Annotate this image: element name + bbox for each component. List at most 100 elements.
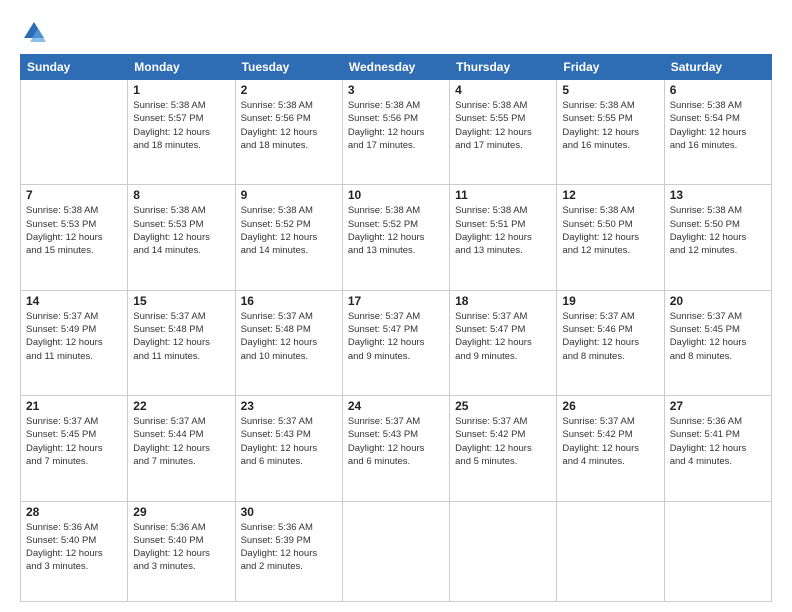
day-info: Sunrise: 5:36 AM Sunset: 5:39 PM Dayligh… xyxy=(241,521,337,574)
day-number: 16 xyxy=(241,294,337,308)
calendar-cell: 17 Sunrise: 5:37 AM Sunset: 5:47 PM Dayli… xyxy=(342,290,449,395)
calendar-cell: 15Sunrise: 5:37 AM Sunset: 5:48 PM Dayli… xyxy=(128,290,235,395)
day-info: Sunrise: 5:37 AM Sunset: 5:43 PM Dayligh… xyxy=(241,415,337,468)
day-number: 14 xyxy=(26,294,122,308)
day-info: Sunrise: 5:38 AM Sunset: 5:56 PM Dayligh… xyxy=(241,99,337,152)
day-number: 12 xyxy=(562,188,658,202)
day-info: Sunrise: 5:37 AM Sunset: 5:42 PM Dayligh… xyxy=(455,415,551,468)
calendar-cell xyxy=(21,80,128,185)
calendar-week-row: 7 Sunrise: 5:38 AM Sunset: 5:53 PM Daylig… xyxy=(21,185,772,290)
day-number: 6 xyxy=(670,83,766,97)
day-info: Sunrise: 5:36 AM Sunset: 5:40 PM Dayligh… xyxy=(26,521,122,574)
weekday-header-monday: Monday xyxy=(128,55,235,80)
day-number: 28 xyxy=(26,505,122,519)
day-number: 17 xyxy=(348,294,444,308)
calendar-cell: 30 Sunrise: 5:36 AM Sunset: 5:39 PM Dayli… xyxy=(235,501,342,601)
day-number: 4 xyxy=(455,83,551,97)
calendar-cell: 2 Sunrise: 5:38 AM Sunset: 5:56 PM Daylig… xyxy=(235,80,342,185)
calendar-cell: 21Sunrise: 5:37 AM Sunset: 5:45 PM Dayli… xyxy=(21,396,128,501)
day-info: Sunrise: 5:38 AM Sunset: 5:54 PM Dayligh… xyxy=(670,99,766,152)
calendar-cell xyxy=(664,501,771,601)
calendar-week-row: 21Sunrise: 5:37 AM Sunset: 5:45 PM Dayli… xyxy=(21,396,772,501)
calendar-cell: 5 Sunrise: 5:38 AM Sunset: 5:55 PM Daylig… xyxy=(557,80,664,185)
calendar-cell: 22 Sunrise: 5:37 AM Sunset: 5:44 PM Dayli… xyxy=(128,396,235,501)
day-number: 29 xyxy=(133,505,229,519)
calendar-cell: 8 Sunrise: 5:38 AM Sunset: 5:53 PM Daylig… xyxy=(128,185,235,290)
calendar-cell xyxy=(450,501,557,601)
day-number: 11 xyxy=(455,188,551,202)
day-number: 30 xyxy=(241,505,337,519)
calendar-cell: 1 Sunrise: 5:38 AM Sunset: 5:57 PM Daylig… xyxy=(128,80,235,185)
day-number: 21 xyxy=(26,399,122,413)
calendar-cell: 27 Sunrise: 5:36 AM Sunset: 5:41 PM Dayli… xyxy=(664,396,771,501)
day-number: 9 xyxy=(241,188,337,202)
day-info: Sunrise: 5:38 AM Sunset: 5:52 PM Dayligh… xyxy=(348,204,444,257)
calendar-cell: 10 Sunrise: 5:38 AM Sunset: 5:52 PM Dayli… xyxy=(342,185,449,290)
calendar-cell: 12 Sunrise: 5:38 AM Sunset: 5:50 PM Dayli… xyxy=(557,185,664,290)
day-number: 26 xyxy=(562,399,658,413)
calendar-cell: 16 Sunrise: 5:37 AM Sunset: 5:48 PM Dayli… xyxy=(235,290,342,395)
weekday-header-friday: Friday xyxy=(557,55,664,80)
day-info: Sunrise: 5:38 AM Sunset: 5:53 PM Dayligh… xyxy=(26,204,122,257)
day-number: 8 xyxy=(133,188,229,202)
day-number: 2 xyxy=(241,83,337,97)
calendar-cell: 28 Sunrise: 5:36 AM Sunset: 5:40 PM Dayli… xyxy=(21,501,128,601)
day-info: Sunrise: 5:37 AM Sunset: 5:44 PM Dayligh… xyxy=(133,415,229,468)
calendar-cell: 9Sunrise: 5:38 AM Sunset: 5:52 PM Daylig… xyxy=(235,185,342,290)
day-number: 7 xyxy=(26,188,122,202)
header xyxy=(20,18,772,46)
day-number: 15 xyxy=(133,294,229,308)
calendar-cell: 3Sunrise: 5:38 AM Sunset: 5:56 PM Daylig… xyxy=(342,80,449,185)
calendar-cell: 4 Sunrise: 5:38 AM Sunset: 5:55 PM Daylig… xyxy=(450,80,557,185)
day-number: 5 xyxy=(562,83,658,97)
calendar-cell: 13Sunrise: 5:38 AM Sunset: 5:50 PM Dayli… xyxy=(664,185,771,290)
day-info: Sunrise: 5:36 AM Sunset: 5:40 PM Dayligh… xyxy=(133,521,229,574)
calendar-week-row: 14 Sunrise: 5:37 AM Sunset: 5:49 PM Dayli… xyxy=(21,290,772,395)
calendar-table: SundayMondayTuesdayWednesdayThursdayFrid… xyxy=(20,54,772,602)
calendar-cell: 26 Sunrise: 5:37 AM Sunset: 5:42 PM Dayli… xyxy=(557,396,664,501)
calendar-cell: 24Sunrise: 5:37 AM Sunset: 5:43 PM Dayli… xyxy=(342,396,449,501)
weekday-header-tuesday: Tuesday xyxy=(235,55,342,80)
day-number: 22 xyxy=(133,399,229,413)
day-info: Sunrise: 5:37 AM Sunset: 5:42 PM Dayligh… xyxy=(562,415,658,468)
day-info: Sunrise: 5:38 AM Sunset: 5:50 PM Dayligh… xyxy=(562,204,658,257)
calendar-cell: 6 Sunrise: 5:38 AM Sunset: 5:54 PM Daylig… xyxy=(664,80,771,185)
day-info: Sunrise: 5:37 AM Sunset: 5:47 PM Dayligh… xyxy=(348,310,444,363)
day-info: Sunrise: 5:38 AM Sunset: 5:55 PM Dayligh… xyxy=(562,99,658,152)
day-number: 18 xyxy=(455,294,551,308)
calendar-cell: 14 Sunrise: 5:37 AM Sunset: 5:49 PM Dayli… xyxy=(21,290,128,395)
day-number: 27 xyxy=(670,399,766,413)
weekday-header-wednesday: Wednesday xyxy=(342,55,449,80)
day-info: Sunrise: 5:37 AM Sunset: 5:47 PM Dayligh… xyxy=(455,310,551,363)
day-number: 1 xyxy=(133,83,229,97)
day-number: 13 xyxy=(670,188,766,202)
day-number: 24 xyxy=(348,399,444,413)
calendar-cell: 25 Sunrise: 5:37 AM Sunset: 5:42 PM Dayli… xyxy=(450,396,557,501)
day-info: Sunrise: 5:37 AM Sunset: 5:49 PM Dayligh… xyxy=(26,310,122,363)
calendar-cell: 29 Sunrise: 5:36 AM Sunset: 5:40 PM Dayli… xyxy=(128,501,235,601)
calendar-week-row: 28 Sunrise: 5:36 AM Sunset: 5:40 PM Dayli… xyxy=(21,501,772,601)
weekday-header-sunday: Sunday xyxy=(21,55,128,80)
logo xyxy=(20,18,52,46)
day-info: Sunrise: 5:37 AM Sunset: 5:45 PM Dayligh… xyxy=(670,310,766,363)
calendar-week-row: 1 Sunrise: 5:38 AM Sunset: 5:57 PM Daylig… xyxy=(21,80,772,185)
day-info: Sunrise: 5:38 AM Sunset: 5:57 PM Dayligh… xyxy=(133,99,229,152)
day-info: Sunrise: 5:38 AM Sunset: 5:55 PM Dayligh… xyxy=(455,99,551,152)
calendar-cell xyxy=(342,501,449,601)
weekday-header-saturday: Saturday xyxy=(664,55,771,80)
calendar-cell: 11 Sunrise: 5:38 AM Sunset: 5:51 PM Dayli… xyxy=(450,185,557,290)
day-info: Sunrise: 5:37 AM Sunset: 5:48 PM Dayligh… xyxy=(241,310,337,363)
day-number: 25 xyxy=(455,399,551,413)
logo-icon xyxy=(20,18,48,46)
weekday-header-row: SundayMondayTuesdayWednesdayThursdayFrid… xyxy=(21,55,772,80)
day-info: Sunrise: 5:38 AM Sunset: 5:53 PM Dayligh… xyxy=(133,204,229,257)
day-number: 23 xyxy=(241,399,337,413)
day-info: Sunrise: 5:38 AM Sunset: 5:56 PM Dayligh… xyxy=(348,99,444,152)
day-number: 19 xyxy=(562,294,658,308)
day-info: Sunrise: 5:37 AM Sunset: 5:46 PM Dayligh… xyxy=(562,310,658,363)
calendar-cell: 7 Sunrise: 5:38 AM Sunset: 5:53 PM Daylig… xyxy=(21,185,128,290)
day-number: 10 xyxy=(348,188,444,202)
day-info: Sunrise: 5:36 AM Sunset: 5:41 PM Dayligh… xyxy=(670,415,766,468)
day-number: 20 xyxy=(670,294,766,308)
day-info: Sunrise: 5:38 AM Sunset: 5:51 PM Dayligh… xyxy=(455,204,551,257)
